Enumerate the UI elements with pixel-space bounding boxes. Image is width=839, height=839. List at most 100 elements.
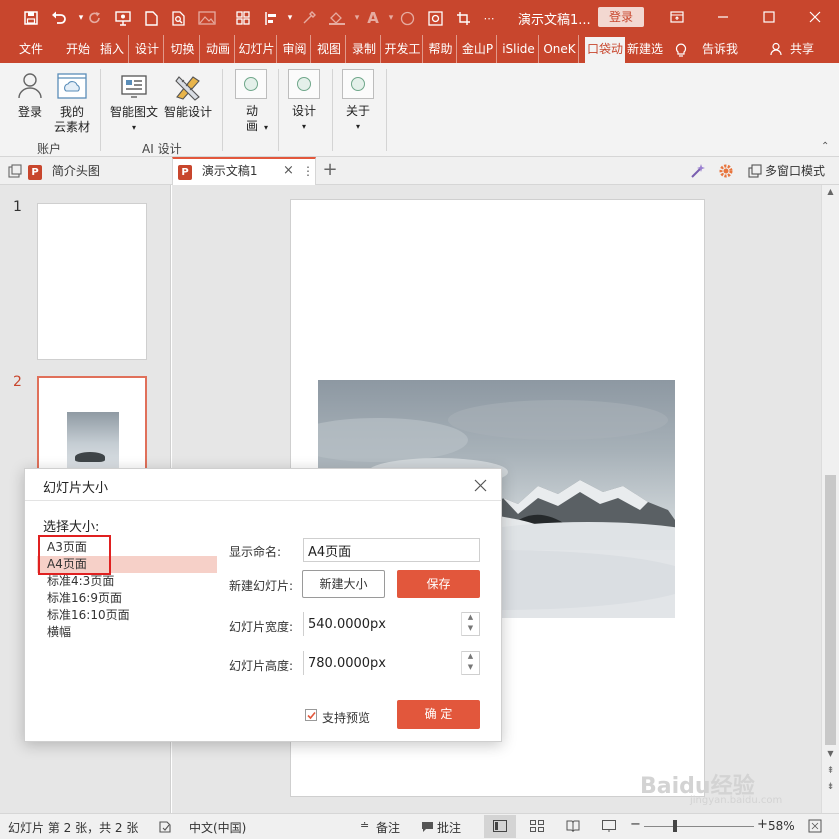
ribbon-login-button[interactable]: 登录 xyxy=(8,71,52,127)
collapse-ribbon-icon[interactable]: ⌃ xyxy=(821,141,829,152)
zoom-out-icon[interactable]: − xyxy=(630,817,641,832)
crop-frame-icon[interactable] xyxy=(452,8,474,28)
eyedropper-icon[interactable] xyxy=(298,8,320,28)
accessibility-icon[interactable] xyxy=(158,820,172,834)
slide-number-2: 2 xyxy=(13,374,22,390)
scrollbar-thumb[interactable] xyxy=(825,475,836,745)
watermark-url: jingyan.baidu.com xyxy=(690,795,783,806)
tell-me-search[interactable]: 告诉我 xyxy=(700,35,740,63)
about-button[interactable]: 关于 ▾ xyxy=(338,69,378,139)
language-indicator[interactable]: 中文(中国) xyxy=(189,819,246,836)
design-circle-icon xyxy=(288,69,320,99)
doc-tab-presentation1[interactable]: P 演示文稿1 × ⋮ xyxy=(172,157,316,185)
tab-new-options[interactable]: 新建选 xyxy=(627,35,663,63)
customize-toolbar-icon[interactable]: ⋯ xyxy=(478,8,500,28)
fit-to-window-icon[interactable] xyxy=(808,819,822,833)
zoom-slider-handle[interactable] xyxy=(673,820,677,832)
present-icon[interactable] xyxy=(112,8,134,28)
settings-gear-icon[interactable] xyxy=(718,163,734,179)
tab-record[interactable]: 录制 xyxy=(348,35,381,63)
crop-icon[interactable] xyxy=(424,8,446,28)
tab-review[interactable]: 审阅 xyxy=(279,35,311,63)
new-file-icon[interactable] xyxy=(140,8,162,28)
display-name-input[interactable] xyxy=(303,538,480,562)
undo-icon[interactable] xyxy=(48,8,70,28)
close-tab-icon[interactable]: × xyxy=(283,159,294,183)
zoom-slider[interactable] xyxy=(644,826,754,827)
tab-more-icon[interactable]: ⋮ xyxy=(302,159,314,183)
share-button[interactable]: 共享 xyxy=(786,35,818,63)
tab-animations[interactable]: 动画 xyxy=(202,35,235,63)
dialog-close-icon[interactable] xyxy=(474,479,487,492)
tab-onekey[interactable]: OneK xyxy=(541,35,579,63)
scroll-up-icon[interactable]: ▲ xyxy=(823,187,838,196)
slide-height-spinbox[interactable]: ▲▼ xyxy=(303,651,480,675)
slide-height-input[interactable] xyxy=(304,651,462,675)
tab-islide[interactable]: iSlide xyxy=(499,35,539,63)
multi-window-mode-button[interactable]: 多窗口模式 xyxy=(765,157,825,185)
save-icon[interactable] xyxy=(20,8,42,28)
fill-color-icon[interactable] xyxy=(326,8,348,28)
zoom-level[interactable]: 58% xyxy=(768,819,795,833)
slide-height-label: 幻灯片高度: xyxy=(229,659,294,673)
tab-transitions[interactable]: 切换 xyxy=(166,35,200,63)
maximize-icon[interactable] xyxy=(757,6,781,28)
title-login-button[interactable]: 登录 xyxy=(598,7,644,27)
tab-slideshow[interactable]: 幻灯片 xyxy=(237,35,277,63)
new-size-button[interactable]: 新建大小 xyxy=(302,570,385,598)
animation-button[interactable]: 动 画 ▾ xyxy=(232,69,272,139)
picture-icon[interactable] xyxy=(196,8,218,28)
title-bar: ▾ ▾ ▾ A ▾ ⋯ 演示文稿1... 登录 xyxy=(0,0,839,35)
notes-button[interactable]: 备注 xyxy=(376,819,400,836)
tab-design[interactable]: 设计 xyxy=(131,35,164,63)
minimize-icon[interactable] xyxy=(711,6,735,28)
save-button[interactable]: 保存 xyxy=(397,570,480,598)
ppt-file-icon: P xyxy=(178,165,192,180)
magic-wand-icon[interactable] xyxy=(690,163,706,179)
ok-button[interactable]: 确 定 xyxy=(397,700,480,729)
tab-jinshan[interactable]: 金山P xyxy=(459,35,497,63)
preview-checkbox[interactable] xyxy=(305,709,317,721)
tab-home[interactable]: 开始 xyxy=(62,35,94,63)
next-slide-icon[interactable]: ⇟ xyxy=(823,783,838,792)
tab-pocket-animation[interactable]: 口袋动 xyxy=(585,37,625,63)
pin-icon[interactable] xyxy=(8,164,22,178)
reading-view-icon[interactable] xyxy=(566,820,580,832)
previous-slide-icon[interactable]: ⇞ xyxy=(823,767,838,776)
smart-design-button[interactable]: 智能设计 xyxy=(162,71,214,127)
grid-icon[interactable] xyxy=(232,8,254,28)
comments-button[interactable]: 批注 xyxy=(437,819,461,836)
design-button[interactable]: 设计 ▾ xyxy=(284,69,324,139)
shape-circle-icon[interactable] xyxy=(396,8,418,28)
zoom-in-icon[interactable]: + xyxy=(757,817,768,832)
ribbon-display-options-icon[interactable] xyxy=(665,6,689,28)
ribbon-tab-bar: 文件 开始 插入 设计 切换 动画 幻灯片 审阅 视图 录制 开发工 帮助 金山… xyxy=(0,35,839,63)
slideshow-view-icon[interactable] xyxy=(602,820,616,832)
width-spinner-arrows-icon[interactable]: ▲ ▼ xyxy=(461,612,479,636)
tab-developer[interactable]: 开发工 xyxy=(383,35,423,63)
size-option-banner[interactable]: 横幅 xyxy=(47,624,217,641)
redo-icon[interactable] xyxy=(84,8,106,28)
slide-sorter-icon[interactable] xyxy=(530,820,544,832)
tab-help[interactable]: 帮助 xyxy=(425,35,457,63)
size-option-4-3[interactable]: 标准4:3页面 xyxy=(47,573,217,590)
size-option-16-10[interactable]: 标准16:10页面 xyxy=(47,607,217,624)
close-window-icon[interactable] xyxy=(803,6,827,28)
add-tab-icon[interactable]: + xyxy=(320,157,340,185)
slide-thumbnail-1[interactable] xyxy=(37,203,147,360)
smart-graphic-button[interactable]: 智能图文 ▾ xyxy=(108,71,160,137)
tab-insert[interactable]: 插入 xyxy=(96,35,129,63)
tab-view[interactable]: 视图 xyxy=(313,35,346,63)
tab-file[interactable]: 文件 xyxy=(10,35,52,63)
size-option-16-9[interactable]: 标准16:9页面 xyxy=(47,590,217,607)
my-cloud-button[interactable]: 我的 云素材 xyxy=(52,71,92,137)
vertical-scrollbar[interactable]: ▲ ▼ ⇞ ⇟ xyxy=(821,185,839,813)
height-spinner-arrows-icon[interactable]: ▲ ▼ xyxy=(461,651,479,675)
doc-tab-intro[interactable]: P 简介头图 xyxy=(28,157,168,185)
scroll-down-icon[interactable]: ▼ xyxy=(823,749,838,758)
normal-view-button[interactable] xyxy=(484,815,516,838)
share-person-icon xyxy=(770,42,784,56)
slide-width-input[interactable] xyxy=(304,612,462,636)
print-preview-icon[interactable] xyxy=(168,8,190,28)
slide-width-spinbox[interactable]: ▲▼ xyxy=(303,612,480,636)
